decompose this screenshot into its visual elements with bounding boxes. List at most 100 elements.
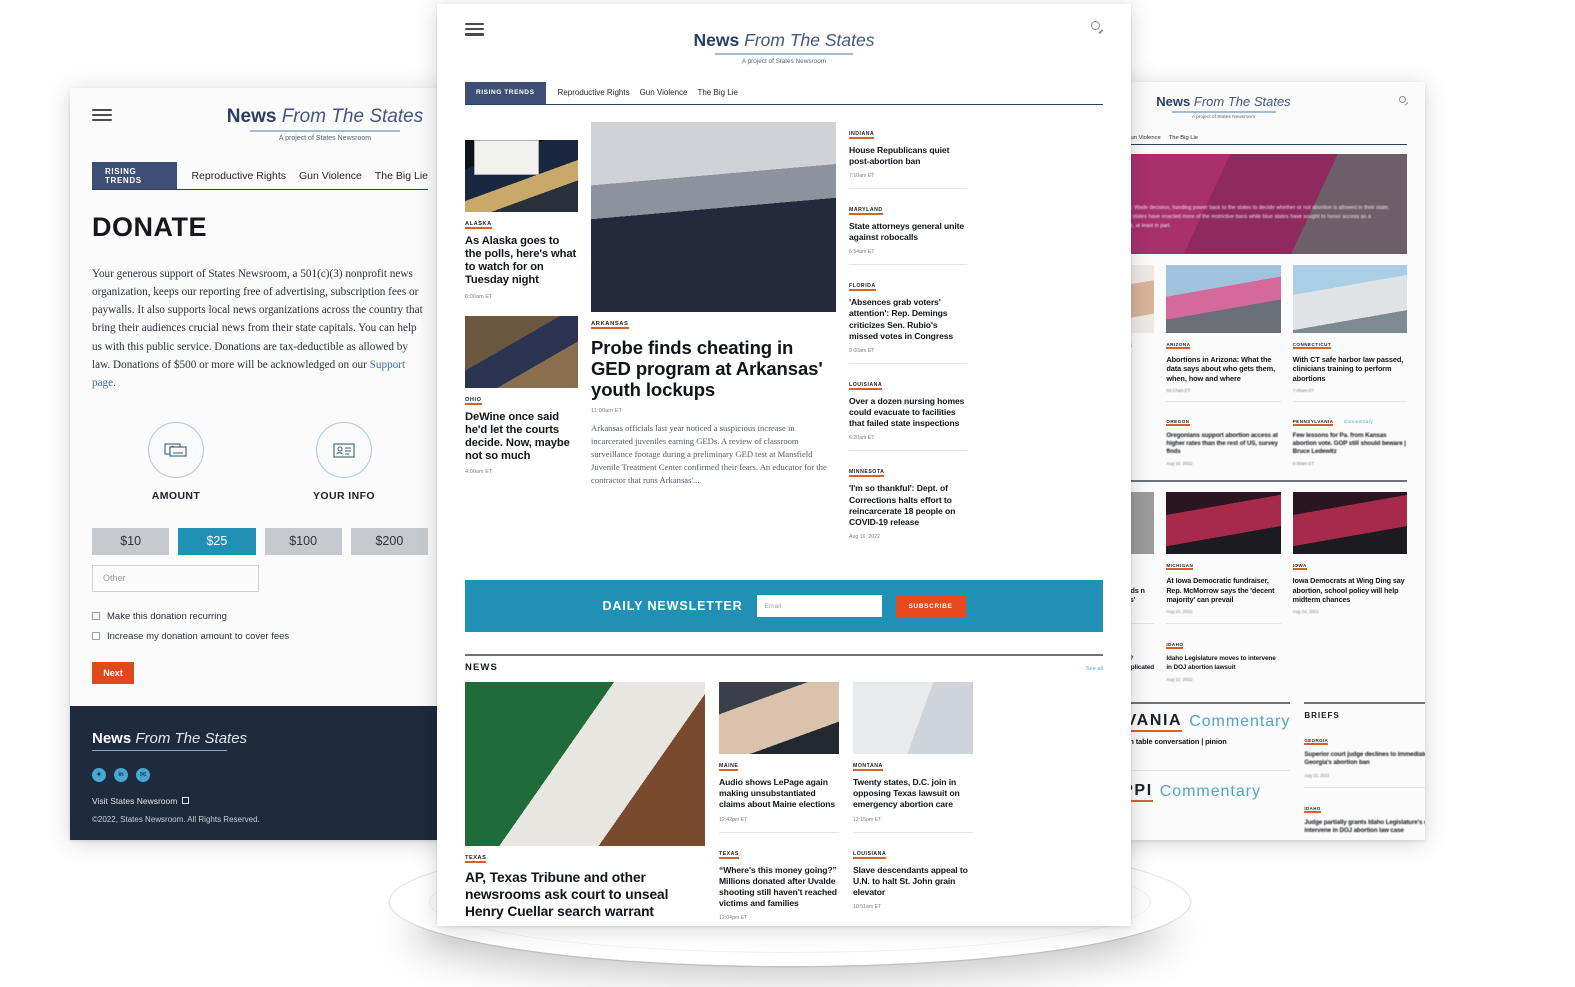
article-thumbnail[interactable] bbox=[1166, 265, 1281, 333]
article-kicker[interactable]: TEXAS bbox=[719, 851, 739, 859]
hamburger-menu-icon[interactable] bbox=[92, 106, 112, 124]
next-button[interactable]: Next bbox=[92, 661, 134, 684]
other-amount-input[interactable]: Other bbox=[92, 564, 259, 592]
article-card[interactable]: OHIO DeWine once said he'd let the court… bbox=[465, 315, 578, 475]
article-list-item[interactable]: FLORIDA 'Absences grab voters' attention… bbox=[849, 274, 967, 364]
article-headline[interactable]: Oregonians support abortion access at hi… bbox=[1166, 432, 1280, 456]
step-amount[interactable]: AMOUNT bbox=[92, 421, 260, 502]
article-card[interactable]: LOUISIANA Slave descendants appeal to U.… bbox=[853, 831, 973, 910]
article-kicker-commentary[interactable]: Commentary bbox=[1344, 419, 1373, 424]
recurring-donation-checkbox[interactable] bbox=[92, 612, 100, 621]
brief-item[interactable]: IDAHO Judge partially grants Idaho Legis… bbox=[1304, 797, 1425, 840]
nav-item-rising-trends[interactable]: RISING TRENDS bbox=[92, 162, 178, 189]
article-thumbnail[interactable] bbox=[853, 682, 973, 755]
article-headline[interactable]: Probe finds cheating in GED program at A… bbox=[591, 337, 836, 401]
topic-card[interactable]: CONNECTICUT With CT safe harbor law pass… bbox=[1292, 265, 1407, 466]
topic-subcard[interactable]: PENNSYLVANIA Commentary Few lessons for … bbox=[1292, 401, 1407, 466]
article-kicker-commentary[interactable]: Commentary bbox=[1189, 713, 1290, 731]
article-headline[interactable]: Judge partially grants Idaho Legislature… bbox=[1304, 819, 1425, 835]
amount-option-25-selected[interactable]: $25 bbox=[178, 527, 256, 555]
article-kicker[interactable]: IDAHO bbox=[1304, 806, 1321, 813]
nav-item-reproductive-rights[interactable]: Reproductive Rights bbox=[558, 88, 630, 97]
newsletter-email-input[interactable]: Email bbox=[756, 595, 882, 618]
article-thumbnail[interactable] bbox=[591, 121, 836, 312]
topic-card[interactable]: IOWA Iowa Democrats at Wing Ding say abo… bbox=[1292, 492, 1407, 690]
email-icon[interactable]: ✉ bbox=[136, 767, 150, 782]
nav-item-the-big-lie[interactable]: The Big Lie bbox=[375, 170, 428, 182]
nav-item-the-big-lie[interactable]: The Big Lie bbox=[1169, 135, 1198, 141]
article-list-item[interactable]: LOUISIANA Over a dozen nursing homes cou… bbox=[849, 373, 967, 452]
article-kicker[interactable]: MARYLAND bbox=[849, 207, 883, 215]
article-kicker[interactable]: ARIZONA bbox=[1166, 342, 1191, 349]
topic-card[interactable]: MICHIGAN At Iowa Democratic fundraiser, … bbox=[1166, 492, 1281, 690]
article-thumbnail[interactable] bbox=[1292, 492, 1407, 555]
brief-item[interactable]: GEORGIA Superior court judge declines to… bbox=[1304, 729, 1425, 788]
step-your-info[interactable]: YOUR INFO bbox=[260, 421, 428, 502]
article-headline[interactable]: 'Absences grab voters' attention': Rep. … bbox=[849, 297, 967, 342]
nav-item-gun-violence[interactable]: Gun Violence bbox=[640, 88, 688, 97]
topic-subcard[interactable]: IDAHO Idaho Legislature moves to interve… bbox=[1166, 623, 1281, 682]
search-icon[interactable] bbox=[1091, 21, 1105, 35]
article-headline[interactable]: With CT safe harbor law passed, clinicia… bbox=[1293, 355, 1407, 383]
news-main-article[interactable]: TEXAS AP, Texas Tribune and other newsro… bbox=[465, 682, 705, 926]
nav-item-rising-trends[interactable]: RISING TRENDS bbox=[465, 81, 546, 104]
article-headline[interactable]: Twenty states, D.C. join in opposing Tex… bbox=[853, 777, 973, 811]
article-kicker-commentary[interactable]: Commentary bbox=[1160, 783, 1261, 801]
article-kicker[interactable]: LOUISIANA bbox=[849, 382, 883, 390]
nav-item-gun-violence[interactable]: Gun Violence bbox=[299, 170, 362, 182]
article-headline[interactable]: State attorneys general unite against ro… bbox=[849, 221, 967, 243]
article-kicker[interactable]: INDIANA bbox=[849, 131, 875, 139]
article-kicker[interactable]: OREGON bbox=[1166, 419, 1190, 427]
recurring-donation-row[interactable]: Make this donation recurring bbox=[92, 611, 428, 622]
article-kicker[interactable]: FLORIDA bbox=[849, 283, 876, 292]
article-thumbnail[interactable] bbox=[1166, 492, 1281, 555]
topic-card[interactable]: ARIZONA Abortions in Arizona: What the d… bbox=[1166, 265, 1281, 466]
nav-item-reproductive-rights[interactable]: Reproductive Rights bbox=[191, 170, 286, 182]
article-kicker[interactable]: MONTANA bbox=[853, 763, 883, 772]
amount-option-200[interactable]: $200 bbox=[350, 527, 428, 555]
hamburger-menu-icon[interactable] bbox=[465, 20, 484, 39]
article-kicker[interactable]: IOWA bbox=[1292, 563, 1307, 571]
visit-states-newsroom-link[interactable]: Visit States Newsroom bbox=[92, 796, 428, 806]
article-kicker[interactable]: ARKANSAS bbox=[591, 321, 629, 329]
article-thumbnail[interactable] bbox=[1292, 265, 1407, 333]
article-kicker[interactable]: PENNSYLVANIA bbox=[1292, 419, 1334, 427]
linkedin-icon[interactable]: in bbox=[114, 767, 128, 782]
article-kicker[interactable]: ALASKA bbox=[465, 221, 492, 229]
article-headline[interactable]: Audio shows LePage again making unsubsta… bbox=[719, 777, 839, 811]
article-headline[interactable]: Superior court judge declines to immedia… bbox=[1304, 751, 1425, 767]
see-all-link[interactable]: See all bbox=[1086, 666, 1103, 672]
article-kicker[interactable]: LOUISIANA bbox=[853, 851, 887, 859]
newsletter-subscribe-button[interactable]: SUBSCRIBE bbox=[895, 595, 966, 618]
footer-logo[interactable]: News From The States bbox=[92, 730, 428, 751]
search-icon[interactable] bbox=[1399, 96, 1409, 106]
article-kicker[interactable]: GEORGIA bbox=[1304, 738, 1329, 746]
article-thumbnail[interactable] bbox=[465, 139, 578, 212]
site-logo-home[interactable]: News From The States A project of States… bbox=[465, 30, 1103, 65]
article-kicker[interactable]: CONNECTICUT bbox=[1292, 342, 1332, 349]
article-list-item[interactable]: MINNESOTA 'I'm so thankful': Dept. of Co… bbox=[849, 460, 967, 549]
article-kicker[interactable]: MAINE bbox=[719, 763, 739, 772]
article-card[interactable]: MONTANA Twenty states, D.C. join in oppo… bbox=[853, 682, 973, 823]
article-headline[interactable]: Abortions in Arizona: What the data says… bbox=[1166, 355, 1280, 383]
article-thumbnail[interactable] bbox=[465, 315, 578, 388]
article-thumbnail[interactable] bbox=[719, 682, 839, 755]
article-card[interactable]: TEXAS “Where's this money going?” Millio… bbox=[719, 831, 839, 921]
article-headline[interactable]: AP, Texas Tribune and other newsrooms as… bbox=[465, 870, 705, 920]
article-kicker[interactable]: OHIO bbox=[465, 397, 482, 405]
topic-subcard[interactable]: OREGON Oregonians support abortion acces… bbox=[1166, 401, 1281, 466]
article-kicker[interactable]: MINNESOTA bbox=[849, 469, 885, 478]
site-logo-donate[interactable]: News From The States A project of States… bbox=[227, 106, 423, 142]
amount-option-100[interactable]: $100 bbox=[264, 527, 342, 555]
article-kicker[interactable]: TEXAS bbox=[465, 855, 487, 864]
cover-fees-checkbox[interactable] bbox=[92, 632, 100, 641]
article-headline[interactable]: As Alaska goes to the polls, here's what… bbox=[465, 235, 578, 288]
twitter-icon[interactable]: ✦ bbox=[92, 767, 106, 782]
article-headline[interactable]: Few lessons for Pa. from Kansas abortion… bbox=[1293, 432, 1407, 456]
article-headline[interactable]: Slave descendants appeal to U.N. to halt… bbox=[853, 865, 973, 899]
article-headline[interactable]: “Where's this money going?” Millions don… bbox=[719, 865, 839, 910]
nav-item-gun-violence[interactable]: Gun Violence bbox=[1126, 135, 1161, 141]
article-list-item[interactable]: MARYLAND State attorneys general unite a… bbox=[849, 198, 967, 266]
article-thumbnail[interactable] bbox=[465, 682, 705, 847]
article-headline[interactable]: 'I'm so thankful': Dept. of Corrections … bbox=[849, 483, 967, 528]
